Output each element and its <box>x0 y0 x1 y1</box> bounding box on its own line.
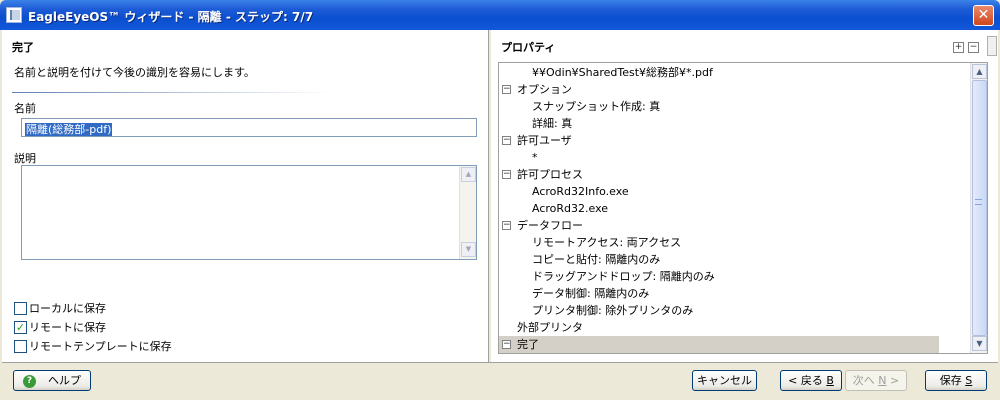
properties-toolbar: + − <box>953 42 979 53</box>
tree-row[interactable]: ¥¥Odin¥SharedTest¥総務部¥*.pdf <box>499 64 939 81</box>
tree-row-label: プリンタ制御: 除外プリンタのみ <box>532 304 694 317</box>
description-scrollbar[interactable]: ▲ ▼ <box>459 166 476 259</box>
scroll-up-arrow-icon[interactable]: ▲ <box>461 167 476 182</box>
collapse-toggle-icon[interactable]: − <box>502 85 511 94</box>
description-label: 説明 <box>14 152 36 165</box>
save-button[interactable]: 保存 S <box>925 370 987 391</box>
scroll-down-arrow-icon[interactable]: ▼ <box>972 336 987 351</box>
back-key: B <box>826 374 834 387</box>
next-button[interactable]: 次へ N > <box>845 370 907 391</box>
collapse-all-icon[interactable]: − <box>968 42 979 53</box>
tree-row-label: 詳細: 真 <box>532 117 573 130</box>
expand-all-icon[interactable]: + <box>953 42 964 53</box>
scroll-thumb[interactable] <box>972 80 987 336</box>
next-key: N <box>878 374 887 387</box>
tree-row-label: 許可ユーザ <box>517 134 572 147</box>
step-description: 名前と説明を付けて今後の識別を容易にします。 <box>14 66 255 79</box>
tree-row-label: 外部プリンタ <box>517 321 583 334</box>
tree-row[interactable]: スナップショット作成: 真 <box>499 98 939 115</box>
step-title: 完了 <box>12 41 34 54</box>
back-label: < 戻る <box>788 374 823 387</box>
close-button[interactable]: ✕ <box>973 5 994 26</box>
checkbox-label: ローカルに保存 <box>29 302 106 315</box>
pane-pin-handle[interactable] <box>987 36 997 56</box>
tree-row-label: * <box>532 151 538 164</box>
tree-row-label: データ制御: 隔離内のみ <box>532 287 650 300</box>
checkbox-label: リモートテンプレートに保存 <box>29 340 172 353</box>
collapse-toggle-icon[interactable]: − <box>502 170 511 179</box>
help-label: ヘルプ <box>48 374 81 387</box>
tree-row-label: AcroRd32.exe <box>532 202 609 215</box>
tree-row-label: データフロー <box>517 219 583 232</box>
save-local-checkbox[interactable]: ローカルに保存 <box>14 300 106 316</box>
name-input-value: 隔離(総務部-pdf) <box>25 123 113 136</box>
tree-row-label: 許可プロセス <box>517 168 583 181</box>
tree-row[interactable]: AcroRd32Info.exe <box>499 183 939 200</box>
save-remote-template-checkbox[interactable]: リモートテンプレートに保存 <box>14 338 172 354</box>
tree-row[interactable]: ドラッグアンドドロップ: 隔離内のみ <box>499 268 939 285</box>
collapse-toggle-icon[interactable]: − <box>502 136 511 145</box>
tree-row-label: ¥¥Odin¥SharedTest¥総務部¥*.pdf <box>532 66 713 79</box>
collapse-toggle-icon[interactable]: − <box>502 340 511 349</box>
tree-row[interactable]: リモートアクセス: 両アクセス <box>499 234 939 251</box>
tree-row[interactable]: − 許可ユーザ <box>499 132 939 149</box>
tree-row-label: スナップショット作成: 真 <box>532 100 661 113</box>
save-label: 保存 <box>939 374 962 387</box>
save-key: S <box>965 374 973 387</box>
properties-pane: プロパティ + − ▲ ▼ ¥¥Odin¥SharedTest¥総務部¥*.pd… <box>491 30 998 362</box>
tree-row[interactable]: コピーと貼付: 隔離内のみ <box>499 251 939 268</box>
title-bar: EagleEyeOS™ ウィザード - 隔離 - ステップ: 7/7 ✕ <box>0 0 1000 30</box>
scroll-grip-icon <box>975 199 982 205</box>
tree-row-label: 完了 <box>517 338 539 351</box>
name-label: 名前 <box>14 102 36 115</box>
help-button[interactable]: ? ヘルプ <box>13 370 91 391</box>
checkbox-box[interactable] <box>14 339 27 353</box>
checkbox-label: リモートに保存 <box>29 321 106 334</box>
tree-row[interactable]: − データフロー <box>499 217 939 234</box>
checkbox-box[interactable] <box>14 301 27 315</box>
tree-row[interactable]: AcroRd32.exe <box>499 200 939 217</box>
tree-row[interactable]: データ制御: 隔離内のみ <box>499 285 939 302</box>
tree-row-label: ドラッグアンドドロップ: 隔離内のみ <box>532 270 715 283</box>
collapse-toggle-icon[interactable]: − <box>502 221 511 230</box>
tree-row-label: コピーと貼付: 隔離内のみ <box>532 253 661 266</box>
properties-title: プロパティ <box>501 41 556 54</box>
next-label: 次へ <box>852 374 875 387</box>
tree-row[interactable]: − 許可プロセス <box>499 166 939 183</box>
name-input[interactable]: 隔離(総務部-pdf) <box>21 118 477 137</box>
tree-row-label: AcroRd32Info.exe <box>532 185 629 198</box>
cancel-button[interactable]: キャンセル <box>692 370 757 391</box>
tree-row[interactable]: 外部プリンタ <box>499 319 939 336</box>
wizard-footer: ? ヘルプ キャンセル < 戻る B 次へ N > 保存 S <box>2 362 998 398</box>
tree-row[interactable]: 詳細: 真 <box>499 115 939 132</box>
back-button[interactable]: < 戻る B <box>780 370 842 391</box>
tree-row-label: リモートアクセス: 両アクセス <box>532 236 682 249</box>
app-icon <box>6 7 22 23</box>
description-textarea[interactable]: ▲ ▼ <box>21 165 477 260</box>
scroll-up-arrow-icon[interactable]: ▲ <box>972 64 987 79</box>
window-title: EagleEyeOS™ ウィザード - 隔離 - ステップ: 7/7 <box>28 10 314 24</box>
tree-scrollbar[interactable]: ▲ ▼ <box>970 63 987 353</box>
tree-row[interactable]: − 完了 <box>499 336 939 353</box>
tree-row[interactable]: * <box>499 149 939 166</box>
properties-tree: ▲ ▼ ¥¥Odin¥SharedTest¥総務部¥*.pdf − オプション スナッ… <box>498 62 988 354</box>
next-suffix: > <box>886 374 900 387</box>
help-icon: ? <box>23 374 36 388</box>
tree-row[interactable]: − オプション <box>499 81 939 98</box>
separator <box>12 92 332 93</box>
checkbox-box[interactable]: ✓ <box>14 320 27 334</box>
tree-row[interactable]: プリンタ制御: 除外プリンタのみ <box>499 302 939 319</box>
save-remote-checkbox[interactable]: ✓ リモートに保存 <box>14 319 106 335</box>
left-pane: 完了 名前と説明を付けて今後の識別を容易にします。 名前 隔離(総務部-pdf)… <box>2 30 489 362</box>
tree-row-label: オプション <box>517 83 572 96</box>
scroll-down-arrow-icon[interactable]: ▼ <box>461 242 476 257</box>
